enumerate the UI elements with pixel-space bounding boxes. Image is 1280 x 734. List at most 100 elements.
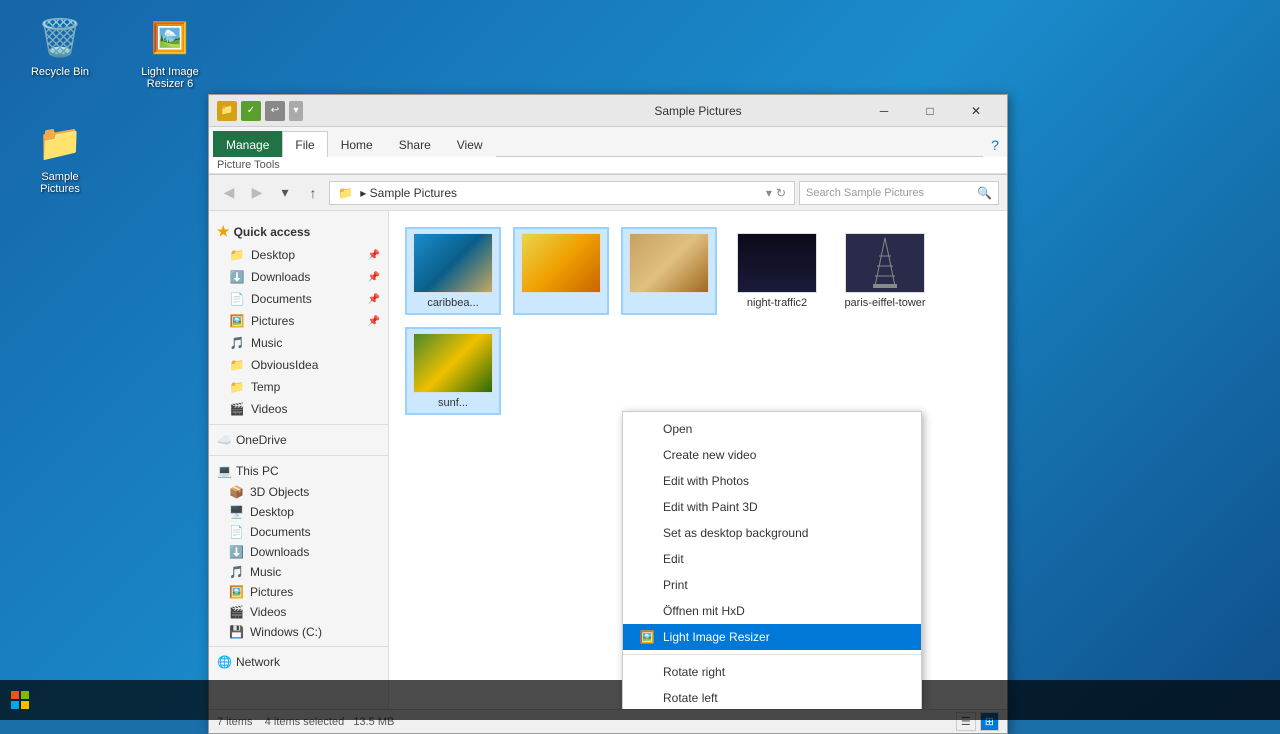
thumbnail-night — [737, 233, 817, 293]
explorer-window: 📁 ✓ ↩ ▾ Sample Pictures ─ □ ✕ Manage Fil… — [208, 94, 1008, 734]
sidebar-item-obviousidea[interactable]: 📁 ObviousIdea — [209, 354, 388, 376]
search-box[interactable]: Search Sample Pictures 🔍 — [799, 181, 999, 205]
sidebar-item-desktop[interactable]: 📁 Desktop 📌 — [209, 244, 388, 266]
sidebar-item-videos-pc[interactable]: 🎬 Videos — [209, 602, 388, 622]
ctx-edit-paint3d[interactable]: Edit with Paint 3D — [623, 494, 921, 520]
address-dropdown[interactable]: ▾ — [766, 186, 772, 200]
refresh-button[interactable]: ↻ — [776, 186, 786, 200]
sidebar-item-windows-c[interactable]: 💾 Windows (C:) — [209, 622, 388, 642]
minimize-button[interactable]: ─ — [861, 95, 907, 127]
sidebar-item-videos[interactable]: 🎬 Videos — [209, 398, 388, 420]
light-image-resizer-label: Light Image Resizer 6 — [134, 66, 206, 90]
file-item-night-traffic[interactable]: night-traffic2 — [729, 227, 825, 315]
quick-access-toolbar-undo[interactable]: ↩ — [265, 101, 285, 121]
sidebar-item-downloads[interactable]: ⬇️ Downloads 📌 — [209, 266, 388, 288]
sidebar-onedrive[interactable]: ☁️ OneDrive — [209, 429, 388, 451]
sidebar-item-3d-objects[interactable]: 📦 3D Objects — [209, 482, 388, 502]
obviousidea-icon: 📁 — [229, 357, 245, 373]
breadcrumb: ▸ — [357, 186, 370, 200]
open-icon — [639, 421, 655, 437]
sidebar-item-desktop-pc[interactable]: 🖥️ Desktop — [209, 502, 388, 522]
ctx-light-image-resizer[interactable]: 🖼️ Light Image Resizer — [623, 624, 921, 650]
up-button[interactable]: ↑ — [301, 181, 325, 205]
sidebar-item-pictures-pc[interactable]: 🖼️ Pictures — [209, 582, 388, 602]
recycle-bin-icon[interactable]: 🗑️ Recycle Bin — [20, 10, 100, 82]
ctx-rotate-left[interactable]: Rotate left — [623, 685, 921, 709]
network-icon: 🌐 — [217, 655, 232, 669]
sidebar-divider-2 — [209, 455, 388, 456]
tab-manage[interactable]: Manage — [213, 131, 282, 157]
sample-pictures-desktop-icon[interactable]: 📁 Sample Pictures — [20, 115, 100, 199]
sidebar-network[interactable]: 🌐 Network — [209, 651, 388, 673]
sidebar-quick-access[interactable]: ★ Quick access — [209, 219, 388, 244]
tab-share[interactable]: Share — [386, 131, 444, 157]
start-button[interactable] — [0, 680, 40, 720]
print-icon — [639, 577, 655, 593]
ctx-edit-photos[interactable]: Edit with Photos — [623, 468, 921, 494]
ctx-create-video[interactable]: Create new video — [623, 442, 921, 468]
recent-locations-button[interactable]: ▾ — [273, 181, 297, 205]
context-menu: Open Create new video Edit with Photos E… — [622, 411, 922, 709]
file-item-paris[interactable]: paris-eiffel-tower — [837, 227, 933, 315]
this-pc-label: This PC — [236, 464, 279, 478]
tab-file[interactable]: File — [282, 131, 327, 157]
downloads-icon: ⬇️ — [229, 269, 245, 285]
ctx-rotate-left-label: Rotate left — [663, 691, 718, 705]
sidebar-this-pc[interactable]: 💻 This PC — [209, 460, 388, 482]
pin-icon-documents: 📌 — [368, 294, 380, 305]
sidebar-divider-3 — [209, 646, 388, 647]
desktop: 🗑️ Recycle Bin 🖼️ Light Image Resizer 6 … — [0, 0, 1280, 720]
sidebar-item-music[interactable]: 🎵 Music — [209, 332, 388, 354]
picture-tools-label: Picture Tools — [217, 159, 280, 171]
ctx-edit-photos-label: Edit with Photos — [663, 474, 749, 488]
file-item-sunflower[interactable]: sunf... — [405, 327, 501, 415]
ctx-rotate-right[interactable]: Rotate right — [623, 659, 921, 685]
maximize-button[interactable]: □ — [907, 95, 953, 127]
tab-view[interactable]: View — [444, 131, 496, 157]
ribbon-help-button[interactable]: ? — [983, 133, 1007, 157]
set-desktop-icon — [639, 525, 655, 541]
file-item-caribbean[interactable]: caribbea... — [405, 227, 501, 315]
sidebar-item-pictures[interactable]: 🖼️ Pictures 📌 — [209, 310, 388, 332]
forward-button[interactable]: ▶ — [245, 181, 269, 205]
quick-access-toolbar-dropdown[interactable]: ▾ — [289, 101, 303, 121]
desktop-pc-icon: 🖥️ — [229, 505, 244, 519]
sidebar-item-music-pc[interactable]: 🎵 Music — [209, 562, 388, 582]
folder-icon: 📁 — [229, 247, 245, 263]
ctx-edit[interactable]: Edit — [623, 546, 921, 572]
quick-access-toolbar-save[interactable]: ✓ — [241, 101, 261, 121]
ribbon: Manage File Home Share View ? Picture To… — [209, 127, 1007, 175]
music-pc-icon: 🎵 — [229, 565, 244, 579]
onedrive-label: OneDrive — [236, 433, 287, 447]
hxd-icon — [639, 603, 655, 619]
sidebar-desktop-label: Desktop — [251, 248, 295, 262]
tab-home[interactable]: Home — [328, 131, 386, 157]
sidebar-item-documents[interactable]: 📄 Documents 📌 — [209, 288, 388, 310]
thumbnail-chrysanthemum — [521, 233, 601, 293]
ctx-print[interactable]: Print — [623, 572, 921, 598]
light-image-resizer-image: 🖼️ — [146, 14, 194, 62]
3d-objects-icon: 📦 — [229, 485, 244, 499]
file-item-chrysanthemum[interactable] — [513, 227, 609, 315]
file-item-desert[interactable] — [621, 227, 717, 315]
sidebar-item-documents-pc[interactable]: 📄 Documents — [209, 522, 388, 542]
ctx-hxd[interactable]: Öffnen mit HxD — [623, 598, 921, 624]
search-icon[interactable]: 🔍 — [977, 186, 992, 200]
music-icon: 🎵 — [229, 335, 245, 351]
back-button[interactable]: ◀ — [217, 181, 241, 205]
pin-icon-pictures: 📌 — [368, 316, 380, 327]
ctx-rotate-right-label: Rotate right — [663, 665, 725, 679]
thumbnail-sunflower — [413, 333, 493, 393]
recycle-bin-label: Recycle Bin — [31, 66, 89, 78]
light-image-resizer-icon[interactable]: 🖼️ Light Image Resizer 6 — [130, 10, 210, 94]
ctx-open[interactable]: Open — [623, 416, 921, 442]
close-button[interactable]: ✕ — [953, 95, 999, 127]
address-path[interactable]: 📁 ▸ Sample Pictures ▾ ↻ — [329, 181, 795, 205]
sidebar-item-temp[interactable]: 📁 Temp — [209, 376, 388, 398]
title-bar-left: 📁 ✓ ↩ ▾ — [217, 101, 535, 121]
file-name-paris: paris-eiffel-tower — [844, 297, 925, 309]
edit-paint3d-icon — [639, 499, 655, 515]
ctx-set-desktop[interactable]: Set as desktop background — [623, 520, 921, 546]
quick-access-toolbar-folder[interactable]: 📁 — [217, 101, 237, 121]
sidebar-item-downloads-pc[interactable]: ⬇️ Downloads — [209, 542, 388, 562]
